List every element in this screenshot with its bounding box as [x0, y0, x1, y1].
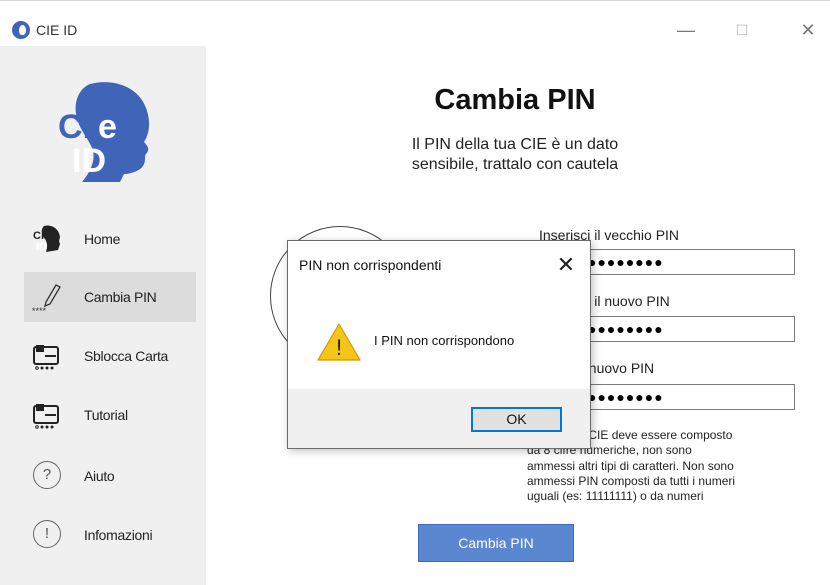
svg-text:e: e — [98, 108, 117, 146]
info-line: ammessi altri tipi di caratteri. Non son… — [527, 458, 734, 473]
minimize-button[interactable]: — — [666, 15, 706, 45]
svg-text:ID: ID — [36, 241, 47, 253]
card-tutorial-icon — [33, 404, 59, 429]
sidebar-item-informazioni[interactable]: ! Infomazioni — [24, 510, 196, 560]
sidebar-item-label: Aiuto — [84, 468, 115, 484]
dialog-close-button[interactable]: ✕ — [550, 251, 582, 281]
dialog-title: PIN non corrispondenti — [299, 257, 442, 273]
sidebar-item-label: Infomazioni — [84, 527, 153, 543]
close-button[interactable]: ✕ — [788, 15, 828, 45]
sidebar-item-label: Sblocca Carta — [84, 348, 169, 364]
sidebar-item-label: Cambia PIN — [84, 289, 157, 305]
error-dialog: PIN non corrispondenti ✕ ! I PIN non cor… — [287, 240, 591, 449]
dialog-footer: OK — [288, 389, 590, 448]
info-line: ammessi PIN composti da tutti i numeri — [527, 473, 736, 488]
info-icon: ! — [33, 520, 61, 548]
subtitle-line-2: sensibile, trattalo con cautela — [411, 156, 619, 173]
warning-icon: ! — [317, 323, 361, 361]
warning-symbol: ! — [336, 335, 342, 360]
sidebar: Cie e ID Cie ID Home **** Cambia PIN Sbl… — [0, 46, 206, 585]
maximize-button[interactable]: ☐ — [722, 15, 762, 45]
ok-button[interactable]: OK — [471, 407, 562, 432]
subtitle-line-1: Il PIN della tua CIE è un dato — [411, 136, 619, 153]
title-bar: CIE ID — ☐ ✕ — [0, 0, 830, 47]
sidebar-item-aiuto[interactable]: ? Aiuto — [24, 451, 196, 501]
question-icon: ? — [33, 461, 61, 489]
svg-text:ID: ID — [72, 142, 106, 180]
svg-text:****: **** — [32, 306, 47, 312]
cie-id-icon: Cie ID — [33, 225, 60, 253]
app-logo-icon — [12, 21, 30, 39]
dialog-message: I PIN non corrispondono — [374, 333, 515, 348]
cambia-pin-button[interactable]: Cambia PIN — [418, 524, 574, 562]
page-title: Cambia PIN — [434, 84, 596, 116]
window-title: CIE ID — [36, 22, 78, 38]
pencil-pin-icon: **** — [32, 284, 61, 312]
cie-id-logo: Cie e ID — [58, 82, 150, 182]
page-subtitle: Il PIN della tua CIE è un dato sensibile… — [360, 135, 670, 175]
sidebar-item-label: Tutorial — [84, 407, 128, 423]
info-line: uguali (es: 11111111) o da numeri — [527, 489, 704, 504]
sidebar-item-label: Home — [84, 231, 121, 247]
sidebar-item-cambia-pin[interactable]: **** Cambia PIN — [24, 272, 196, 322]
sidebar-item-tutorial[interactable]: Tutorial — [24, 390, 196, 440]
sidebar-item-home[interactable]: Cie ID Home — [24, 214, 196, 264]
card-unlock-icon — [33, 345, 59, 370]
sidebar-item-sblocca-carta[interactable]: Sblocca Carta — [24, 331, 196, 381]
